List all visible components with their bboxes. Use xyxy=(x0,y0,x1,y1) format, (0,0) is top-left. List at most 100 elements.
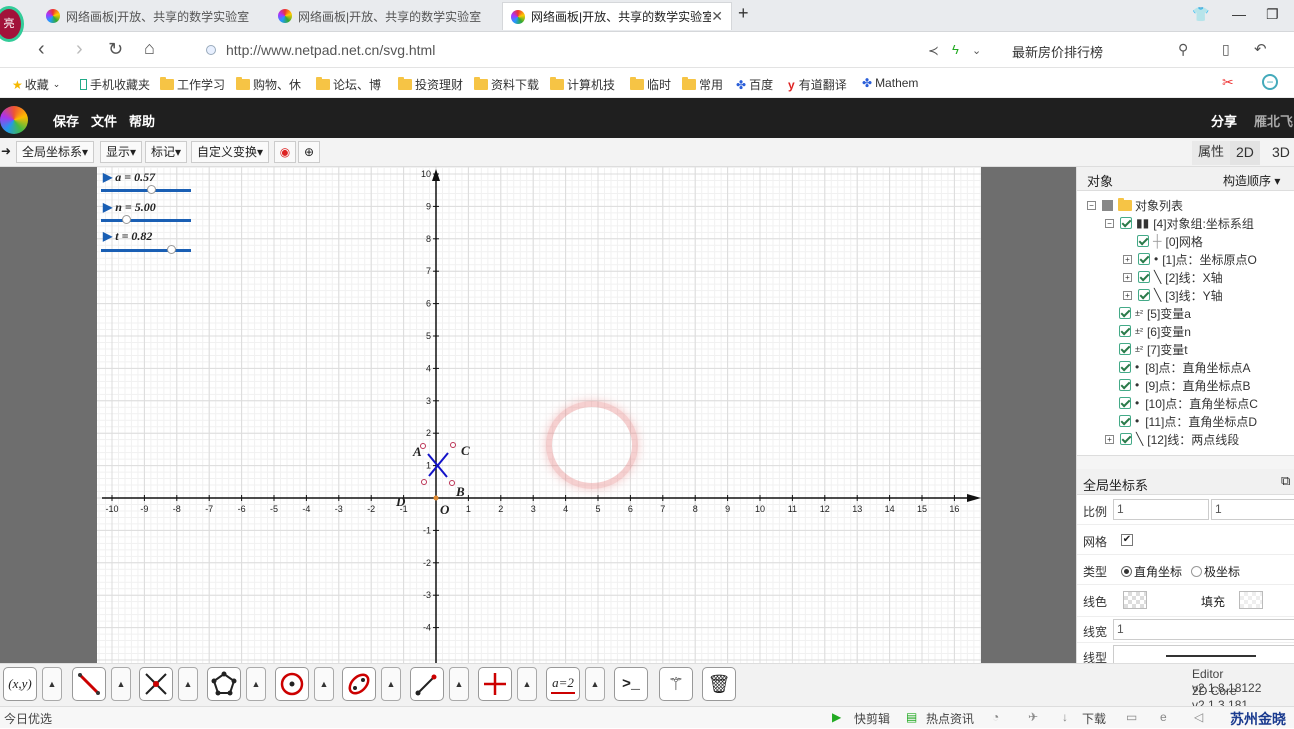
chevron-down-icon[interactable]: ⌄ xyxy=(972,44,981,57)
polar-coord-radio[interactable]: 极坐标 xyxy=(1191,563,1240,580)
menu-file[interactable]: 文件 xyxy=(91,111,117,130)
trash-tool-icon[interactable]: 🗑 xyxy=(702,667,736,701)
bookmark-mobile[interactable]: 手机收藏夹 xyxy=(80,76,150,93)
line-type-select[interactable] xyxy=(1113,645,1294,663)
expand-icon[interactable]: + xyxy=(1123,272,1132,282)
tree-item[interactable]: + ╲ [2]线：X轴 xyxy=(1123,268,1223,286)
bookmark-folder[interactable]: 临时 xyxy=(630,76,671,93)
slider-n[interactable]: ▶ n = 5.00 xyxy=(103,200,156,215)
polygon-tool-icon[interactable] xyxy=(207,667,241,701)
tool-dropdown[interactable]: ▲ xyxy=(449,667,469,701)
share-link[interactable]: 分享 xyxy=(1211,111,1237,130)
visible-checkbox[interactable] xyxy=(1138,271,1150,283)
bookmark-folder[interactable]: 资料下载 xyxy=(474,76,539,93)
menu-save[interactable]: 保存 xyxy=(53,111,79,130)
bookmark-folder[interactable]: 常用 xyxy=(682,76,723,93)
bookmark-favorites[interactable]: ★ 收藏 ⌄ xyxy=(12,76,60,93)
segment-tool-icon[interactable] xyxy=(72,667,106,701)
bookmark-folder[interactable]: 工作学习 xyxy=(160,76,225,93)
visible-checkbox[interactable] xyxy=(1137,235,1149,247)
site-info-icon[interactable] xyxy=(206,45,216,55)
tool-dropdown[interactable]: ▲ xyxy=(42,667,62,701)
visible-checkbox[interactable] xyxy=(1119,361,1131,373)
reload-icon[interactable]: ↻ xyxy=(108,39,123,60)
display-dropdown[interactable]: 显示▾ xyxy=(100,141,143,163)
hot-search-field[interactable]: 最新房价排行榜 xyxy=(1012,42,1103,61)
browser-tab-2[interactable]: 网络画板|开放、共享的数学实验室 xyxy=(270,2,500,30)
zoom-icon[interactable]: ⊕ xyxy=(298,141,320,163)
tree-item[interactable]: • [11]点：直角坐标点D xyxy=(1119,412,1257,430)
visible-checkbox[interactable] xyxy=(1120,433,1132,445)
tree-item[interactable]: − ▮▮ [4]对象组:坐标系组 xyxy=(1105,214,1254,232)
command-tool-icon[interactable]: >_ xyxy=(614,667,648,701)
netpad-logo-icon[interactable] xyxy=(0,106,28,134)
visible-checkbox[interactable] xyxy=(1120,217,1132,229)
coordinate-point-tool-icon[interactable]: (x,y) xyxy=(3,667,37,701)
window-icon[interactable]: ▭ xyxy=(1126,710,1137,724)
visible-checkbox[interactable] xyxy=(1119,343,1131,355)
global-coord-dropdown[interactable]: 全局坐标系▾ xyxy=(16,141,95,163)
browser-tab-3-active[interactable]: 网络画板|开放、共享的数学实验室 ✕ xyxy=(502,2,732,30)
slider-t[interactable]: ▶ t = 0.82 xyxy=(103,229,152,244)
volume-icon[interactable]: ◁ xyxy=(1194,710,1203,724)
axes-tool-icon[interactable] xyxy=(478,667,512,701)
collapse-icon[interactable]: − xyxy=(1087,200,1096,210)
slider-t-handle[interactable] xyxy=(167,245,176,254)
expand-icon[interactable]: + xyxy=(1105,434,1114,444)
tool-dropdown[interactable]: ▲ xyxy=(314,667,334,701)
tree-item[interactable]: ±² [7]变量t xyxy=(1119,340,1188,358)
speed-icon[interactable]: ◔ xyxy=(992,710,999,724)
circle-tool-icon[interactable] xyxy=(275,667,309,701)
custom-transform-dropdown[interactable]: 自定义变换▾ xyxy=(191,141,270,163)
visible-checkbox[interactable] xyxy=(1138,253,1150,265)
scale-x-input[interactable]: 1 xyxy=(1113,499,1209,520)
tree-item[interactable]: ±² [5]变量a xyxy=(1119,304,1191,322)
visible-checkbox[interactable] xyxy=(1119,415,1131,427)
tab-3d[interactable]: 3D xyxy=(1266,141,1294,165)
bookmark-folder[interactable]: 计算机技 xyxy=(550,76,615,93)
line-width-input[interactable]: 1 xyxy=(1113,619,1294,640)
arrow-right-icon[interactable]: ➜ xyxy=(0,141,16,163)
tree-item[interactable]: ±² [6]变量n xyxy=(1119,322,1191,340)
visible-checkbox[interactable] xyxy=(1119,307,1131,319)
tool-dropdown[interactable]: ▲ xyxy=(111,667,131,701)
panel-divider[interactable] xyxy=(1077,455,1294,469)
slider-a-track[interactable] xyxy=(101,189,191,192)
tree-item[interactable]: • [8]点：直角坐标点A xyxy=(1119,358,1251,376)
share-icon[interactable]: ≺ xyxy=(928,43,939,59)
scale-y-input[interactable]: 1 xyxy=(1211,499,1294,520)
magic-wand-tool-icon[interactable]: ⚚ xyxy=(659,667,693,701)
tab-2d[interactable]: 2D xyxy=(1230,141,1260,165)
expand-icon[interactable]: + xyxy=(1123,290,1132,300)
tree-item[interactable]: ┼ [0]网格 xyxy=(1137,232,1203,250)
ray-tool-icon[interactable] xyxy=(410,667,444,701)
visible-checkbox[interactable] xyxy=(1119,379,1131,391)
collapse-icon[interactable]: − xyxy=(1105,218,1114,228)
play-icon[interactable]: ▶ xyxy=(103,170,112,184)
slider-n-handle[interactable] xyxy=(122,215,131,224)
fill-color-swatch[interactable] xyxy=(1239,591,1263,609)
tool-dropdown[interactable]: ▲ xyxy=(517,667,537,701)
tool-dropdown[interactable]: ▲ xyxy=(381,667,401,701)
tool-dropdown[interactable]: ▲ xyxy=(246,667,266,701)
download-link[interactable]: 下载 xyxy=(1082,710,1106,727)
tab-properties[interactable]: 属性 xyxy=(1192,141,1231,165)
tree-item[interactable]: • [9]点：直角坐标点B xyxy=(1119,376,1251,394)
bookmark-mathem[interactable]: ✤ Mathem xyxy=(862,76,918,90)
restore-icon[interactable]: ❐ xyxy=(1266,6,1279,23)
slider-a-handle[interactable] xyxy=(147,185,156,194)
home-icon[interactable]: ⌂ xyxy=(144,38,155,59)
play-icon[interactable]: ▶ xyxy=(103,229,112,243)
pin-icon[interactable]: ✈ xyxy=(1028,710,1038,724)
url-field[interactable]: http://www.netpad.net.cn/svg.html xyxy=(226,42,435,58)
visible-checkbox[interactable] xyxy=(1119,397,1131,409)
external-link-icon[interactable]: ⧉ xyxy=(1281,473,1290,489)
objects-tab[interactable]: 对象 xyxy=(1087,171,1113,190)
line-color-swatch[interactable] xyxy=(1123,591,1147,609)
tree-item[interactable]: + • [1]点：坐标原点O xyxy=(1123,250,1257,268)
close-tab-icon[interactable]: ✕ xyxy=(711,8,723,25)
visible-checkbox[interactable] xyxy=(1119,325,1131,337)
variable-slider-tool-icon[interactable]: a=2 xyxy=(546,667,580,701)
ie-icon[interactable]: e xyxy=(1160,710,1167,724)
minus-circle-icon[interactable]: − xyxy=(1262,74,1278,90)
